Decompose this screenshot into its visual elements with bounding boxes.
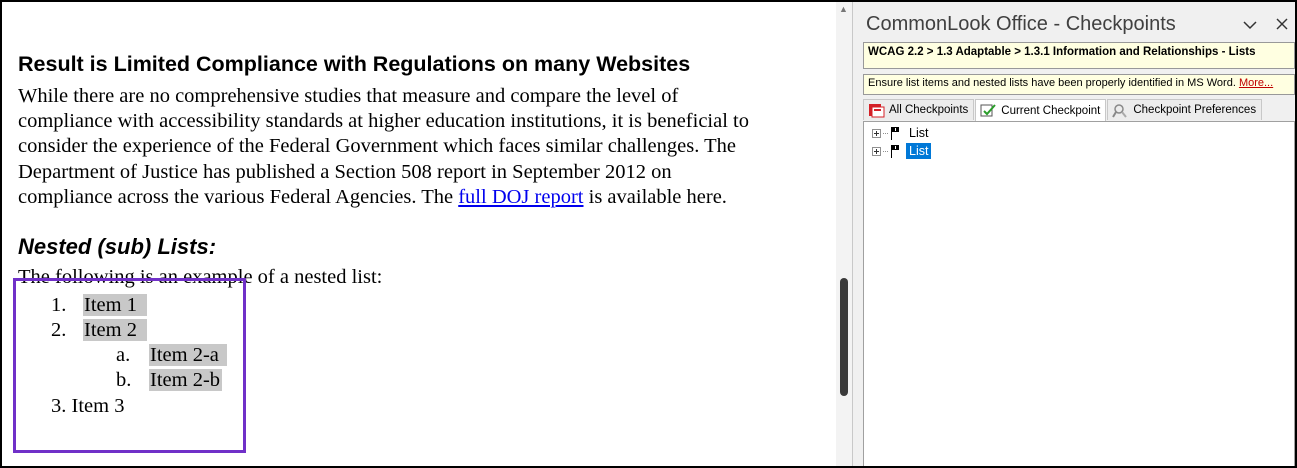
- tree-connector: [883, 132, 888, 134]
- app-window: Result is Limited Compliance with Regula…: [0, 0, 1297, 468]
- checkpoint-breadcrumb: WCAG 2.2 > 1.3 Adaptable > 1.3.1 Informa…: [863, 42, 1295, 69]
- flag-icon: [889, 144, 901, 158]
- paragraph-line-last: compliance across the various Federal Ag…: [18, 185, 818, 210]
- pane-title: CommonLook Office - Checkpoints: [866, 13, 1176, 35]
- scroll-up-arrow-icon[interactable]: ▲: [839, 4, 848, 14]
- tree-node-label: List: [909, 126, 929, 140]
- document-area[interactable]: Result is Limited Compliance with Regula…: [2, 2, 836, 466]
- tree-node-list-selected[interactable]: List: [872, 142, 932, 160]
- paragraph-text: compliance across the various Federal Ag…: [18, 185, 459, 208]
- focus-highlight-box: [13, 278, 246, 453]
- tab-label: Checkpoint Preferences: [1133, 104, 1257, 116]
- flag-icon: [889, 126, 901, 140]
- section-heading: Result is Limited Compliance with Regula…: [18, 52, 691, 76]
- expand-icon[interactable]: [872, 128, 881, 138]
- paragraph-line: Department of Justice has published a Se…: [18, 160, 672, 183]
- paragraph-text: is available here.: [583, 185, 727, 208]
- tree-connector: [883, 150, 888, 152]
- close-icon[interactable]: [1273, 15, 1291, 33]
- pane-tabs: All Checkpoints Current Checkpoint Check…: [863, 99, 1263, 121]
- tab-all-checkpoints[interactable]: All Checkpoints: [863, 99, 975, 120]
- checkpoints-pane: CommonLook Office - Checkpoints WCAG 2.2…: [852, 2, 1295, 466]
- document-scrollbar[interactable]: ▲: [836, 2, 852, 466]
- chevron-down-icon[interactable]: [1241, 16, 1259, 34]
- nested-lists-heading: Nested (sub) Lists:: [18, 234, 217, 259]
- tab-label: Current Checkpoint: [1001, 104, 1101, 117]
- paragraph-line: consider the experience of the Federal G…: [18, 135, 736, 158]
- body-paragraph: While there are no comprehensive studies…: [18, 84, 818, 210]
- checkpoint-tree[interactable]: List List: [863, 121, 1295, 466]
- tab-label: All Checkpoints: [889, 104, 969, 116]
- all-checkpoints-icon: [868, 103, 885, 118]
- tab-checkpoint-preferences[interactable]: Checkpoint Preferences: [1107, 99, 1263, 120]
- tree-node-list[interactable]: List: [872, 124, 931, 142]
- doj-report-link[interactable]: full DOJ report: [458, 186, 583, 208]
- expand-icon[interactable]: [872, 146, 881, 156]
- description-text: Ensure list items and nested lists have …: [868, 77, 1236, 89]
- checkpoint-description: Ensure list items and nested lists have …: [863, 74, 1295, 95]
- preferences-icon: [1112, 103, 1129, 118]
- current-checkpoint-icon: [980, 103, 997, 118]
- more-link[interactable]: More...: [1239, 77, 1273, 89]
- scrollbar-thumb[interactable]: [840, 278, 848, 396]
- paragraph-line: compliance with accessibility standards …: [18, 110, 749, 133]
- paragraph-line: While there are no comprehensive studies…: [18, 85, 679, 107]
- tree-node-label: List: [906, 143, 932, 159]
- tab-current-checkpoint[interactable]: Current Checkpoint: [975, 99, 1107, 121]
